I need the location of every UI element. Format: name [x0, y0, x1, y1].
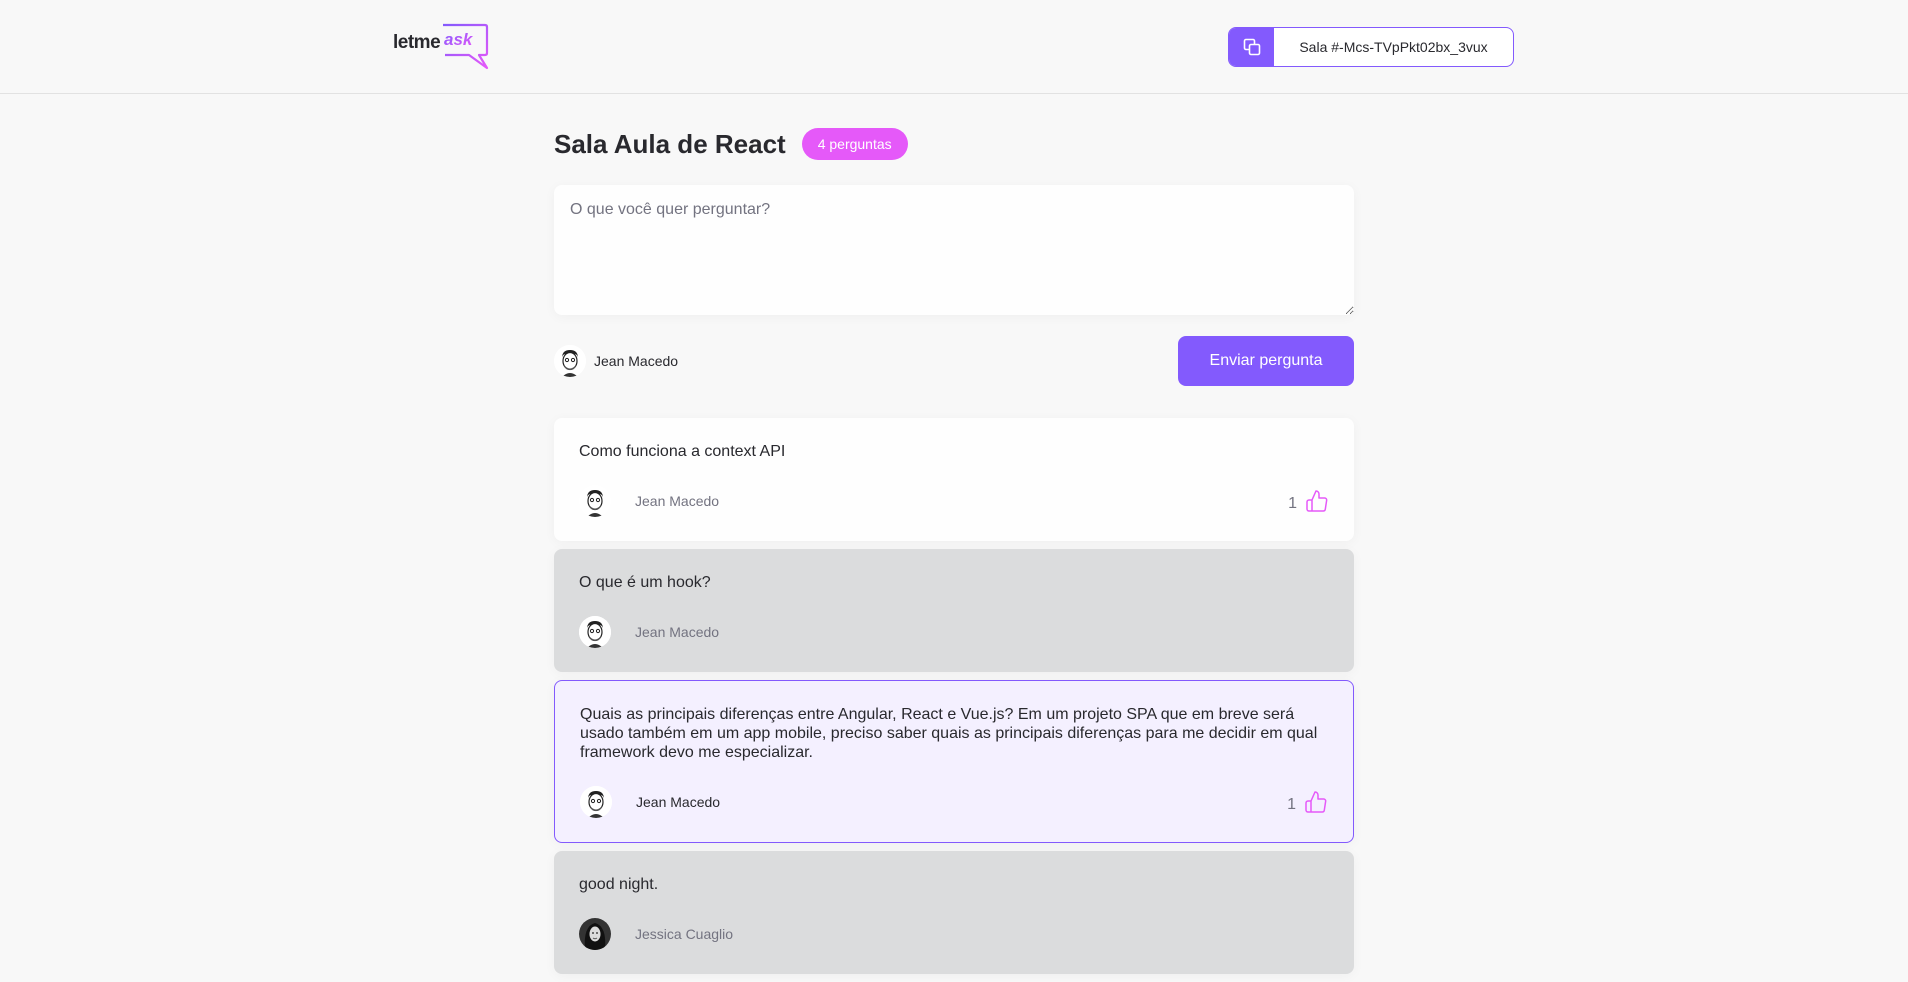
question-card: Quais as principais diferenças entre Ang… [554, 680, 1354, 843]
question-count-badge: 4 perguntas [801, 128, 908, 160]
avatar [554, 345, 586, 377]
author-name: Jean Macedo [635, 624, 720, 640]
question-author: Jean Macedo [579, 616, 719, 648]
question-author: Jean Macedo [580, 786, 720, 818]
user-info: Jean Macedo [554, 345, 678, 377]
question-author: Jessica Cuaglio [579, 918, 733, 950]
like-count: 1 [1287, 796, 1296, 813]
room-title-row: Sala Aula de React 4 perguntas [554, 127, 1354, 161]
thumbs-up-icon [1306, 490, 1328, 512]
letmeask-logo[interactable]: ask letme [393, 22, 489, 70]
logo-text: letme [393, 32, 441, 53]
room-code-text: Sala #-Mcs-TVpPkt02bx_3vux [1299, 39, 1488, 55]
question-input[interactable] [554, 185, 1354, 315]
question-list: Como funciona a context API Jean Macedo … [554, 418, 1354, 974]
avatar [579, 918, 611, 950]
form-footer: Jean Macedo Enviar pergunta [554, 336, 1354, 386]
like-button[interactable]: 1 [1287, 790, 1328, 814]
user-avatar-icon [580, 786, 612, 818]
room-title: Sala Aula de React [554, 128, 786, 159]
logo-accent: ask [444, 30, 474, 49]
thumbs-up-icon [1305, 791, 1327, 813]
send-question-button[interactable]: Enviar pergunta [1178, 336, 1354, 386]
question-content: Quais as principais diferenças entre Ang… [580, 706, 1318, 761]
question-content: Como funciona a context API [579, 443, 786, 460]
question-content: O que é um hook? [579, 574, 711, 591]
question-card: O que é um hook? Jean Macedo [554, 549, 1354, 672]
author-name: Jean Macedo [636, 794, 721, 810]
user-avatar-icon [579, 485, 611, 517]
avatar [579, 485, 611, 517]
room-code-button[interactable]: Sala #-Mcs-TVpPkt02bx_3vux [1228, 27, 1514, 67]
question-card: good night. Jessica Cuaglio [554, 851, 1354, 974]
main-content: Sala Aula de React 4 perguntas Jean Mace… [554, 94, 1354, 982]
copy-icon [1229, 28, 1274, 66]
like-button[interactable]: 1 [1288, 489, 1329, 513]
question-author: Jean Macedo [579, 485, 719, 517]
like-count: 1 [1288, 495, 1297, 512]
avatar [580, 786, 612, 818]
avatar [579, 616, 611, 648]
user-avatar-icon [579, 616, 611, 648]
author-name: Jessica Cuaglio [635, 926, 734, 942]
app-header: ask letme Sala #-Mcs-TVpPkt02bx_3vux [0, 0, 1908, 94]
author-name: Jean Macedo [635, 493, 720, 509]
user-avatar-icon [579, 918, 611, 950]
user-avatar-icon [554, 345, 586, 377]
question-content: good night. [579, 876, 659, 893]
question-card: Como funciona a context API Jean Macedo … [554, 418, 1354, 541]
current-user-name: Jean Macedo [594, 353, 679, 369]
